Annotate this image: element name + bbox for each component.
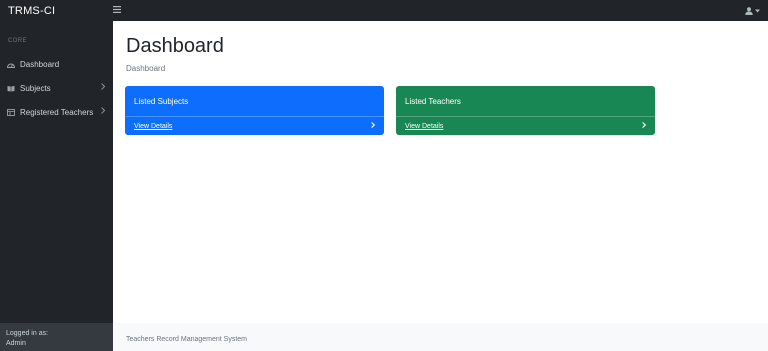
- top-navbar: TRMS-CI: [0, 0, 768, 21]
- logged-in-label: Logged in as:: [6, 330, 49, 337]
- sidebar-item-subjects[interactable]: Subjects: [0, 79, 113, 97]
- view-details-link[interactable]: View Details: [405, 123, 443, 130]
- chevron-right-icon: [101, 107, 106, 116]
- sidebar-item-dashboard[interactable]: Dashboard: [0, 55, 113, 73]
- sidebar-item-label: Subjects: [20, 83, 51, 93]
- user-icon: [745, 6, 753, 15]
- page-title: Dashboard: [126, 35, 224, 57]
- sidebar: CORE Dashboard Subjects Registered Teach…: [0, 21, 113, 351]
- bars-icon: [113, 5, 121, 13]
- book-icon: [7, 84, 15, 92]
- listed-subjects-card: Listed Subjects View Details: [125, 86, 384, 135]
- chevron-right-icon: [101, 83, 106, 92]
- chevron-right-icon: [642, 122, 647, 130]
- table-icon: [7, 108, 15, 116]
- tachometer-icon: [7, 60, 15, 68]
- chevron-right-icon: [371, 122, 376, 130]
- breadcrumb: Dashboard: [126, 64, 166, 73]
- logged-in-user: Admin: [6, 340, 26, 347]
- card-footer[interactable]: View Details: [396, 116, 655, 135]
- sidebar-item-label: Dashboard: [20, 59, 60, 69]
- page-footer: Teachers Record Management System: [113, 323, 768, 351]
- caret-down-icon: [755, 9, 760, 12]
- sidebar-toggle-button[interactable]: [113, 5, 121, 16]
- card-title: Listed Teachers: [405, 97, 461, 106]
- card-title: Listed Subjects: [134, 97, 189, 106]
- user-dropdown[interactable]: [745, 0, 760, 21]
- sidebar-heading: CORE: [8, 38, 27, 44]
- card-footer[interactable]: View Details: [125, 116, 384, 135]
- sidebar-item-label: Registered Teachers: [20, 107, 94, 117]
- footer-text: Teachers Record Management System: [126, 336, 247, 343]
- brand-logo[interactable]: TRMS-CI: [0, 5, 113, 17]
- sidebar-footer: Logged in as: Admin: [0, 323, 113, 351]
- view-details-link[interactable]: View Details: [134, 123, 172, 130]
- sidebar-item-registered-teachers[interactable]: Registered Teachers: [0, 103, 113, 121]
- listed-teachers-card: Listed Teachers View Details: [396, 86, 655, 135]
- main-content: Dashboard Dashboard Listed Subjects View…: [113, 21, 768, 323]
